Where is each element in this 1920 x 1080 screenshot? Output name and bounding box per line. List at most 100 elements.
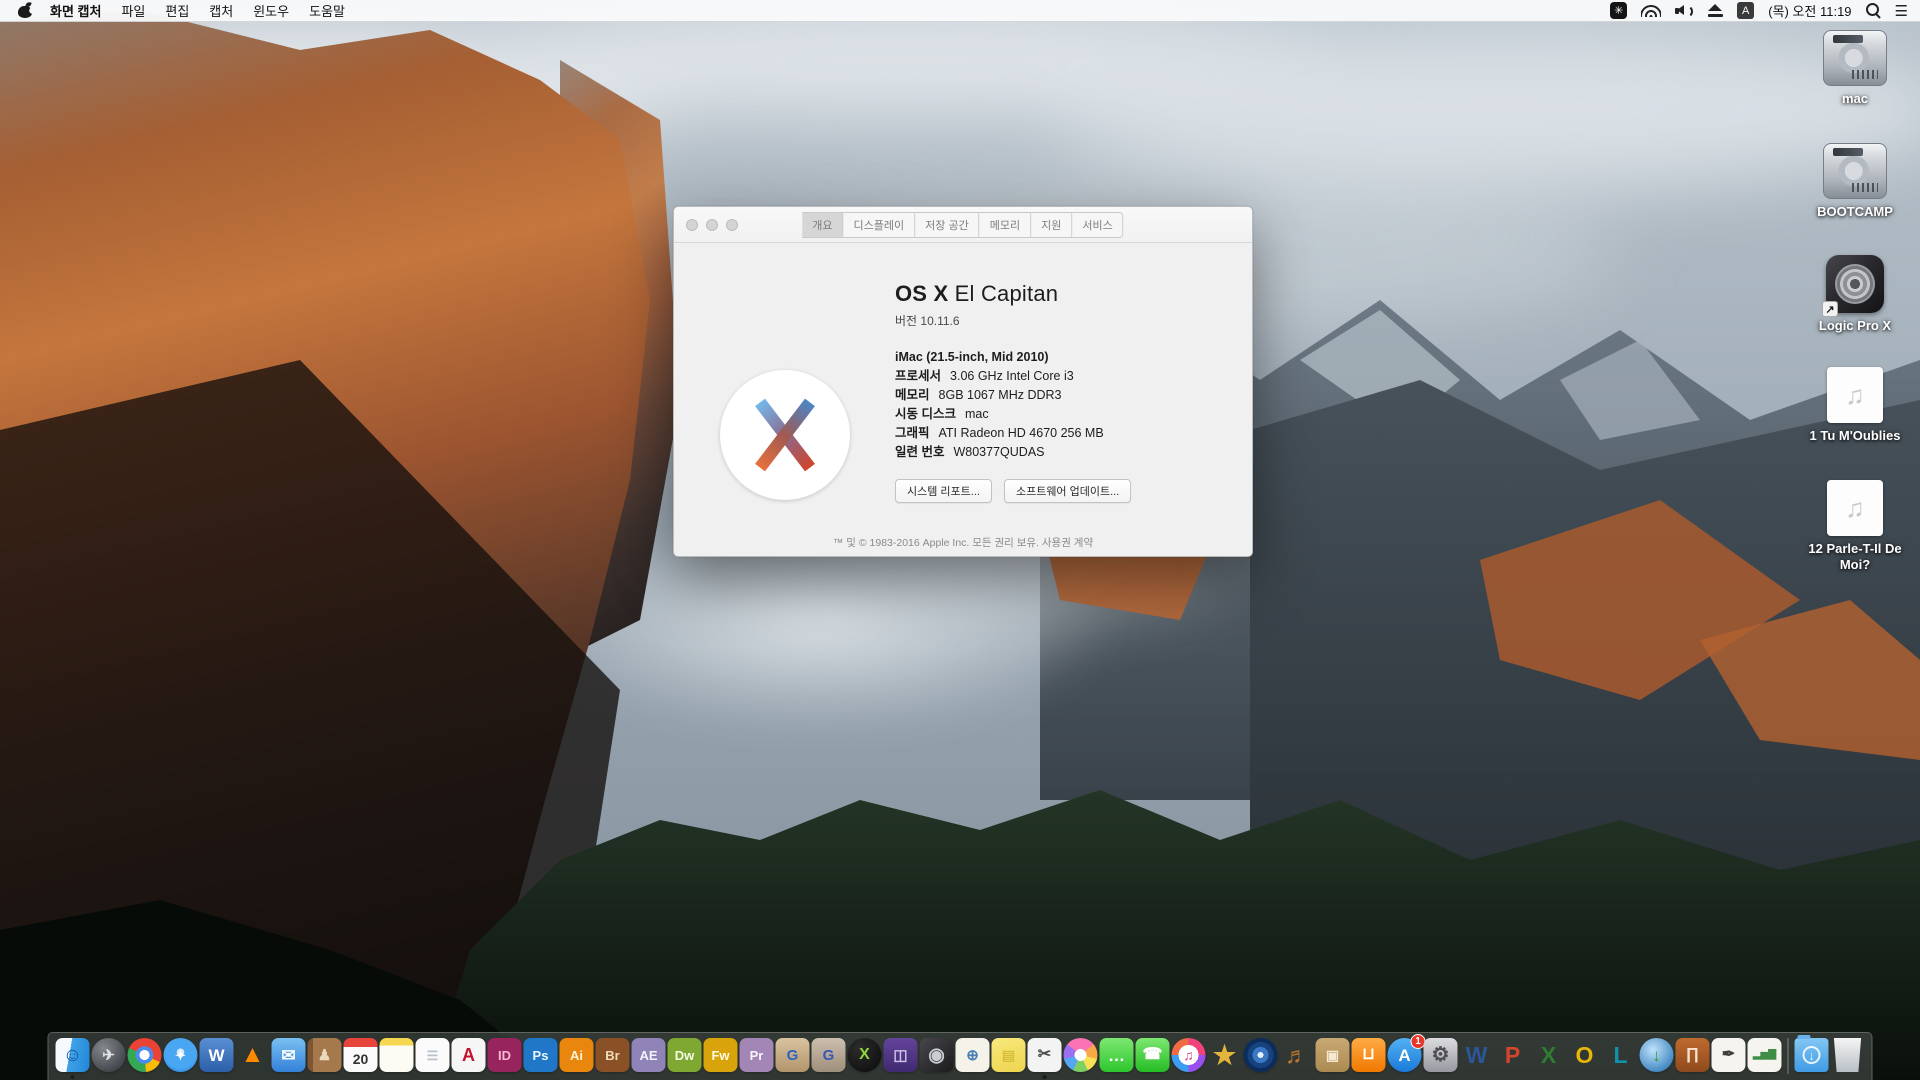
dock-illustrator[interactable]: Ai	[559, 1038, 594, 1074]
dock-pages[interactable]: ✒	[1711, 1038, 1746, 1074]
close-button[interactable]	[686, 218, 698, 231]
dock-toast[interactable]: ◫	[883, 1038, 918, 1074]
dock-excel[interactable]: X	[1532, 1038, 1566, 1074]
dock-w-globe-app[interactable]: W	[199, 1038, 234, 1074]
dock-quarkxpress[interactable]: X	[847, 1038, 882, 1074]
dock-contacts[interactable]: ♟	[307, 1038, 342, 1074]
audio-file-1-tu-m-oublies[interactable]: ♫ 1 Tu M'Oublies	[1793, 367, 1917, 444]
tab-service[interactable]: 서비스	[1072, 211, 1124, 238]
dock-divider[interactable]	[1784, 1038, 1793, 1074]
dock-vlc[interactable]: ▲	[236, 1038, 270, 1074]
dock-outlook[interactable]: O	[1568, 1038, 1602, 1074]
dock-archive-box-g-1[interactable]: G	[775, 1038, 810, 1074]
notification-center-icon[interactable]: ☰	[1895, 2, 1908, 20]
dock-downloads-folder[interactable]: ↓	[1794, 1035, 1829, 1074]
dock-system-preferences[interactable]: ⚙	[1423, 1038, 1458, 1074]
dock-finder[interactable]: ☺	[55, 1038, 90, 1079]
dock-indesign[interactable]: ID	[487, 1038, 522, 1074]
menu-capture[interactable]: 캡처	[199, 1, 243, 20]
dock-icon-tile: Pr	[739, 1038, 774, 1072]
dock-map-document-app[interactable]: ⊕	[955, 1038, 990, 1074]
dock-garageband[interactable]: ♬	[1280, 1038, 1314, 1074]
dock-bridge[interactable]: Br	[595, 1038, 630, 1074]
dock-icon-tile: X	[847, 1038, 882, 1072]
korean-input-icon[interactable]: A	[1737, 2, 1755, 19]
dock-lync[interactable]: L	[1604, 1038, 1638, 1074]
dock-icon-tile: ✦	[163, 1038, 198, 1072]
dock-numbers[interactable]: ▂▅▇	[1747, 1038, 1782, 1074]
menubar-clock[interactable]: (목) 오전 11:19	[1768, 1, 1851, 20]
wifi-icon[interactable]	[1641, 4, 1661, 17]
dock-idvd[interactable]	[1243, 1038, 1278, 1074]
dock-screen-capture[interactable]: ✂	[1027, 1038, 1062, 1079]
dock-chrome[interactable]	[127, 1038, 162, 1074]
menu-file[interactable]: 파일	[111, 1, 155, 20]
tab-support[interactable]: 지원	[1031, 211, 1073, 238]
menu-app-screen-capture[interactable]: 화면 캡처	[40, 1, 111, 20]
app-menus: 화면 캡처 파일 편집 캡처 윈도우 도움말	[40, 1, 355, 20]
disk-bootcamp[interactable]: BOOTCAMP	[1793, 143, 1917, 220]
dock-messages[interactable]: …	[1099, 1038, 1134, 1074]
dock-word[interactable]: W	[1460, 1038, 1494, 1074]
dock-photo-pinboard-app[interactable]: ▣	[1315, 1038, 1350, 1074]
menu-window[interactable]: 윈도우	[243, 1, 299, 20]
dock-fireworks[interactable]: Fw	[703, 1038, 738, 1074]
dock-icon-tile: P	[1504, 1041, 1521, 1068]
dock-photoshop[interactable]: Ps	[523, 1038, 558, 1074]
system-report-button[interactable]: 시스템 리포트...	[895, 479, 992, 503]
logic-pro-x-alias[interactable]: ↗ Logic Pro X	[1793, 255, 1917, 334]
dock-icon-tile: ID	[487, 1038, 522, 1072]
dock-safari[interactable]: ✦	[163, 1038, 198, 1074]
apple-menu-icon[interactable]	[18, 3, 32, 18]
fan-control-icon[interactable]: ✳	[1610, 2, 1628, 19]
dock-trash[interactable]	[1831, 1038, 1865, 1074]
eject-icon[interactable]	[1708, 4, 1724, 17]
zoom-button[interactable]	[726, 218, 738, 231]
dock-icon-tile: ✉	[271, 1038, 306, 1072]
dock-icon-tile: 20	[343, 1038, 378, 1072]
dock-icon-tile: W	[1465, 1041, 1488, 1068]
dock-keynote[interactable]: ∏	[1675, 1038, 1710, 1074]
dock-icon-tile: O	[1575, 1041, 1594, 1068]
software-update-button[interactable]: 소프트웨어 업데이트...	[1003, 479, 1132, 503]
dock-notes[interactable]	[379, 1038, 414, 1074]
dock-facetime[interactable]: ☎	[1135, 1038, 1170, 1074]
spotlight-icon[interactable]	[1865, 3, 1881, 18]
audio-file-12-parle-t-il-de-moi[interactable]: ♫ 12 Parle-T-Il De Moi?	[1793, 480, 1917, 572]
menu-help[interactable]: 도움말	[299, 1, 355, 20]
dock-icon-tile: ▣	[1315, 1038, 1350, 1072]
dock-mail[interactable]: ✉	[271, 1038, 306, 1074]
dock-launchpad[interactable]: ✈	[91, 1038, 126, 1074]
tab-storage[interactable]: 저장 공간	[915, 211, 980, 238]
minimize-button[interactable]	[706, 218, 718, 231]
dock-archive-box-g-2[interactable]: G	[811, 1038, 846, 1074]
volume-icon[interactable]	[1675, 4, 1694, 18]
spec-list: 프로세서 3.06 GHz Intel Core i3 메모리 8GB 1067 M…	[895, 367, 1236, 462]
dock-photos[interactable]	[1063, 1038, 1098, 1074]
dock-icon-tile: ◉	[919, 1038, 954, 1072]
disk-mac[interactable]: mac	[1793, 30, 1917, 107]
dock-icon-tile: ⚙	[1423, 1038, 1458, 1072]
dock-stickies[interactable]: ▤	[991, 1038, 1026, 1074]
dock-after-effects[interactable]: AE	[631, 1038, 666, 1074]
dock-globe-download-app[interactable]: ↓	[1639, 1038, 1674, 1074]
tab-display[interactable]: 디스플레이	[843, 211, 916, 238]
tab-overview[interactable]: 개요	[802, 211, 844, 238]
dock-icon-tile: AE	[631, 1038, 666, 1072]
dock-icon-tile: ▂▅▇	[1747, 1038, 1782, 1072]
dock-acrobat[interactable]: A	[451, 1038, 486, 1074]
dock-icon-tile: L	[1613, 1041, 1628, 1068]
tab-memory[interactable]: 메모리	[979, 211, 1032, 238]
dock-imovie[interactable]: ★	[1208, 1038, 1242, 1074]
dock-logic-pro[interactable]: ◉	[919, 1038, 954, 1074]
dock-itunes[interactable]: ♫	[1171, 1038, 1206, 1074]
dock-dreamweaver[interactable]: Dw	[667, 1038, 702, 1074]
desktop-icons: mac BOOTCAMP ↗ Logic Pro X ♫ 1 Tu M'Oubl…	[1793, 22, 1917, 722]
dock-powerpoint[interactable]: P	[1496, 1038, 1530, 1074]
dock-ibooks[interactable]: ⊔	[1351, 1038, 1386, 1074]
menu-edit[interactable]: 편집	[155, 1, 199, 20]
dock-premiere[interactable]: Pr	[739, 1038, 774, 1074]
dock-reminders[interactable]: ☰	[415, 1038, 450, 1074]
dock-calendar[interactable]: 20	[343, 1038, 378, 1074]
dock-app-store[interactable]: A1	[1387, 1034, 1426, 1074]
